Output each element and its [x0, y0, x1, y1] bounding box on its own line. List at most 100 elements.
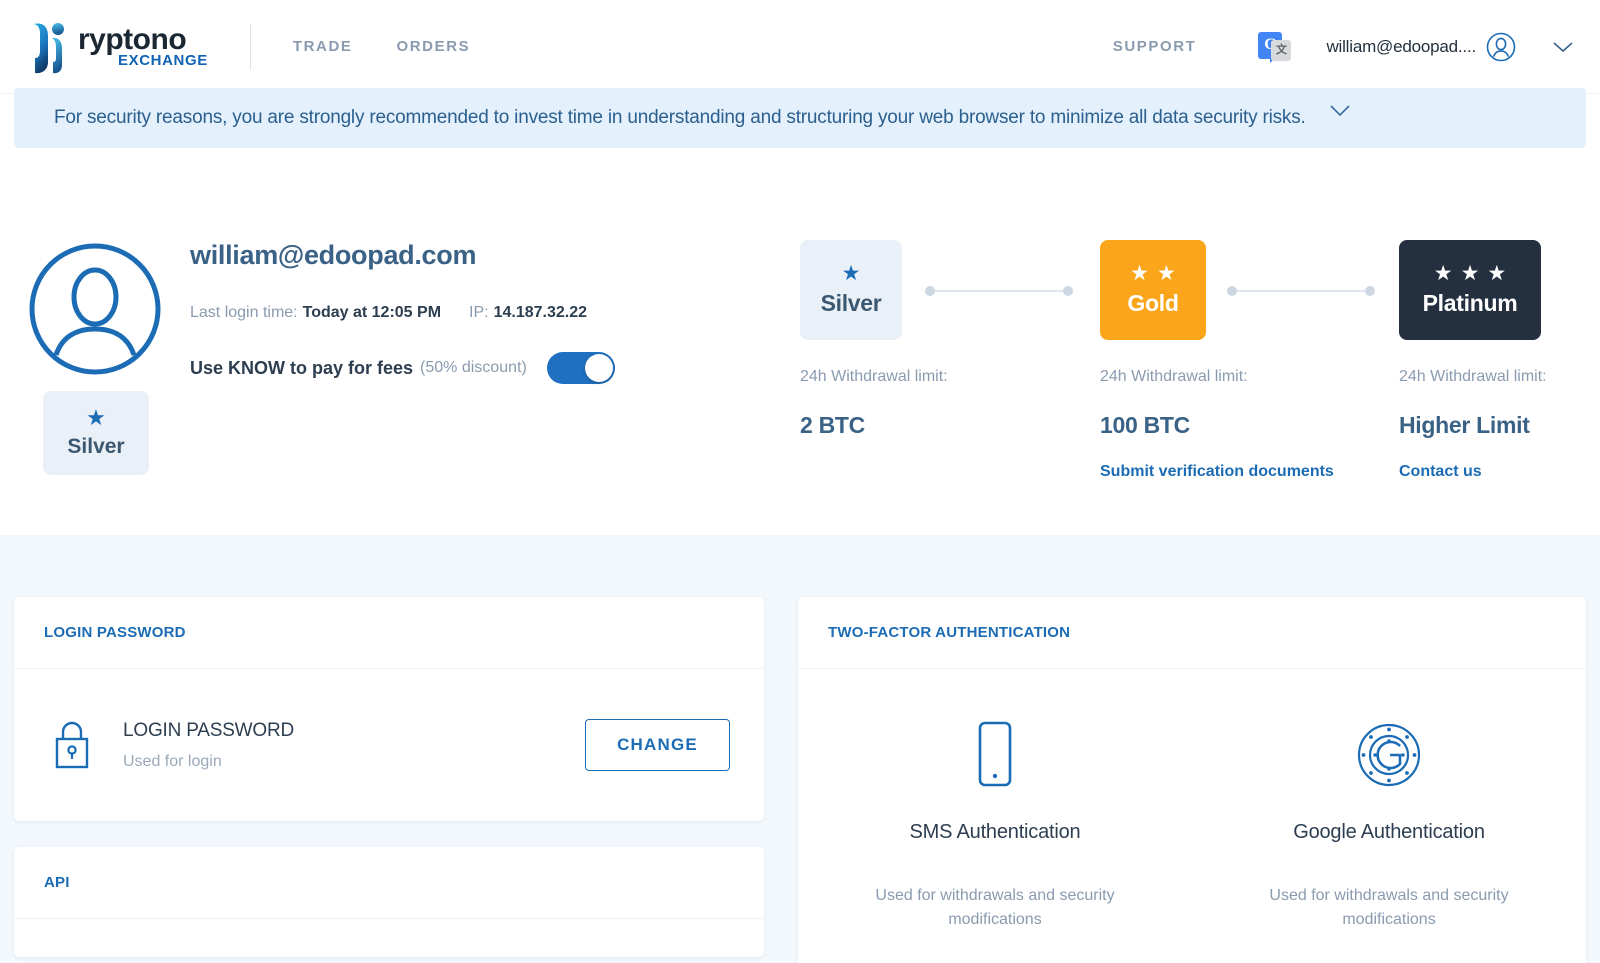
know-fee-discount: (50% discount) [420, 359, 527, 376]
sms-authentication-desc: Used for withdrawals and security modifi… [875, 887, 1115, 928]
nav-item-orders[interactable]: ORDERS [396, 38, 470, 55]
banner-collapse-chevron-icon[interactable] [1328, 103, 1352, 119]
sms-authentication-option[interactable]: SMS Authentication Used for withdrawals … [798, 669, 1192, 963]
account-email-label[interactable]: william@edoopad.... [1326, 37, 1476, 57]
login-password-card-title: LOGIN PASSWORD [44, 624, 186, 641]
login-password-card: LOGIN PASSWORD LOGIN PASSWORD Used for l… [14, 597, 764, 821]
nav-item-support[interactable]: SUPPORT [1113, 38, 1197, 55]
google-authentication-option[interactable]: Google Authentication Used for withdrawa… [1192, 669, 1586, 963]
connector-dot-left [925, 286, 935, 296]
connector-dot-left [1227, 286, 1237, 296]
current-tier-badge: ★ Silver [43, 391, 149, 475]
tier-silver-name: Silver [820, 290, 882, 316]
ip-value: 14.187.32.22 [493, 304, 588, 321]
two-factor-methods: SMS Authentication Used for withdrawals … [798, 669, 1586, 963]
know-fee-label: Use KNOW to pay for fees [190, 357, 414, 378]
tier-gold-limit-label: 24h Withdrawal limit: [1100, 368, 1248, 385]
two-factor-authentication-card: TWO-FACTOR AUTHENTICATION SMS Authentica… [798, 597, 1586, 963]
page-root: ryptono EXCHANGE TRADE ORDERS SUPPORT G … [0, 0, 1600, 963]
chevron-down-icon[interactable] [1552, 40, 1574, 54]
star-icon: ★ [1130, 262, 1149, 285]
google-translate-icon[interactable]: G 文 [1258, 30, 1292, 64]
api-card-title: API [44, 874, 70, 891]
brand-logo-text: ryptono EXCHANGE [78, 22, 208, 69]
star-icon: ★ [1460, 262, 1480, 285]
kryptono-logo-icon [34, 22, 64, 73]
login-password-row-title: LOGIN PASSWORD [123, 719, 295, 741]
profile-section: ★ Silver william@edoopad.com Last login … [0, 180, 1600, 535]
tier-platinum-limit-value: Higher Limit [1399, 412, 1530, 438]
star-icon: ★ [1433, 262, 1453, 285]
contact-us-link[interactable]: Contact us [1399, 463, 1547, 481]
login-password-row-sub: Used for login [123, 752, 222, 770]
api-card: API [14, 847, 764, 957]
login-password-card-header: LOGIN PASSWORD [14, 597, 764, 669]
google-authenticator-icon [1357, 723, 1421, 787]
two-factor-card-title: TWO-FACTOR AUTHENTICATION [828, 624, 1071, 641]
google-authentication-label: Google Authentication [1293, 821, 1485, 843]
change-password-button[interactable]: CHANGE [585, 719, 730, 771]
api-card-header: API [14, 847, 764, 919]
brand-subtitle: EXCHANGE [118, 51, 208, 69]
tier-platinum-stars: ★ ★ ★ [1434, 263, 1506, 284]
tier-platinum-name: Platinum [1422, 290, 1518, 316]
tier-silver-stars: ★ [842, 263, 861, 284]
tier-info-silver: 24h Withdrawal limit: 2 BTC [800, 368, 948, 439]
lock-icon [55, 721, 89, 769]
profile-meta: Last login time: Today at 12:05 PM IP: 1… [190, 304, 587, 322]
connector-line [1237, 290, 1365, 292]
connector-dot-right [1063, 286, 1073, 296]
page-title: william@edoopad.com [190, 240, 477, 270]
google-authentication-desc: Used for withdrawals and security modifi… [1269, 887, 1509, 928]
tier-connector-2 [1227, 286, 1375, 296]
connector-dot-right [1365, 286, 1375, 296]
security-banner: For security reasons, you are strongly r… [14, 88, 1586, 148]
mobile-phone-icon [978, 721, 1012, 787]
avatar-icon[interactable] [1486, 32, 1516, 62]
main-nav: TRADE ORDERS [293, 38, 470, 55]
header-right-group: SUPPORT G 文 william@edoopad.... [1113, 30, 1600, 64]
tier-info-gold: 24h Withdrawal limit: 100 BTC Submit ver… [1100, 368, 1334, 481]
header-divider [249, 23, 251, 70]
brand-logo[interactable]: ryptono EXCHANGE [0, 18, 208, 76]
tier-gold-limit-value: 100 BTC [1100, 412, 1190, 438]
tier-card-silver[interactable]: ★ Silver [800, 240, 902, 340]
toggle-knob [584, 354, 613, 382]
nav-item-trade[interactable]: TRADE [293, 38, 353, 55]
star-icon: ★ [1487, 262, 1507, 285]
right-column: TWO-FACTOR AUTHENTICATION SMS Authentica… [798, 597, 1586, 963]
current-tier-label: Silver [67, 435, 125, 458]
brand-name: ryptono [78, 22, 187, 56]
two-factor-card-header: TWO-FACTOR AUTHENTICATION [798, 597, 1586, 669]
tier-connector-1 [925, 286, 1073, 296]
left-column: LOGIN PASSWORD LOGIN PASSWORD Used for l… [14, 597, 764, 957]
last-login-label: Last login time: [190, 304, 298, 321]
tier-star-icon: ★ [86, 405, 106, 430]
star-icon: ★ [841, 262, 861, 285]
sms-authentication-label: SMS Authentication [909, 821, 1081, 843]
app-header: ryptono EXCHANGE TRADE ORDERS SUPPORT G … [0, 0, 1600, 94]
last-login-value: Today at 12:05 PM [302, 304, 442, 321]
google-auth-icon-wrap [1352, 717, 1426, 793]
security-settings-section: LOGIN PASSWORD LOGIN PASSWORD Used for l… [0, 535, 1600, 963]
profile-avatar-icon [29, 243, 161, 375]
login-password-row: LOGIN PASSWORD Used for login CHANGE [14, 669, 764, 821]
tier-gold-name: Gold [1127, 290, 1179, 316]
ip-label: IP: [469, 304, 489, 321]
tier-card-gold[interactable]: ★ ★ Gold [1100, 240, 1206, 340]
tier-silver-limit-value: 2 BTC [800, 412, 865, 438]
tier-card-platinum[interactable]: ★ ★ ★ Platinum [1399, 240, 1541, 340]
sms-icon-wrap [970, 717, 1020, 793]
tier-info-platinum: 24h Withdrawal limit: Higher Limit Conta… [1399, 368, 1547, 481]
know-fee-row: Use KNOW to pay for fees (50% discount) [190, 352, 615, 384]
star-icon: ★ [1157, 262, 1176, 285]
tier-ladder: ★ Silver ★ ★ Gold ★ ★ ★ Platinum 24h Wit… [800, 240, 1570, 480]
tier-silver-limit-label: 24h Withdrawal limit: [800, 368, 948, 385]
translate-glyph: 文 [1271, 39, 1292, 61]
security-banner-text: For security reasons, you are strongly r… [54, 107, 1306, 128]
login-password-text: LOGIN PASSWORD Used for login [123, 720, 294, 771]
submit-verification-documents-link[interactable]: Submit verification documents [1100, 463, 1334, 481]
know-fee-toggle[interactable] [546, 352, 615, 384]
connector-line [935, 290, 1063, 292]
tier-gold-stars: ★ ★ [1130, 263, 1176, 284]
